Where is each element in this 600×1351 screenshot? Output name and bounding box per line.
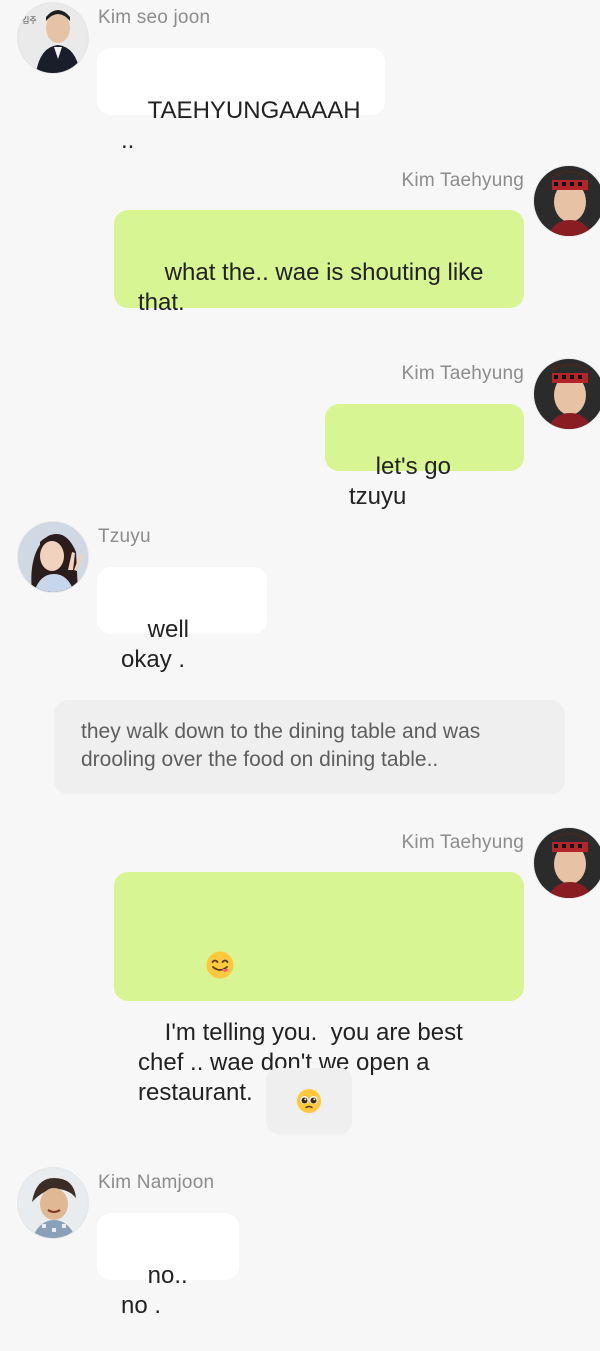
message-bubble[interactable]: no.. no . bbox=[97, 1213, 239, 1319]
sender-name: Kim seo joon bbox=[98, 7, 211, 28]
message-text: TAEHYUNGAAAAH .. bbox=[121, 97, 368, 154]
sender-name: Kim Taehyung bbox=[401, 832, 524, 853]
sender-name: Kim Taehyung bbox=[401, 363, 524, 384]
kim-namjoon-avatar[interactable] bbox=[18, 1168, 88, 1238]
message-text: what the.. wae is shouting like that. bbox=[138, 259, 491, 316]
message-bubble[interactable]: I'm telling you. you are best chef .. wa… bbox=[114, 872, 524, 1106]
kim-taehyung-avatar[interactable] bbox=[534, 828, 600, 898]
pleading-face-icon bbox=[296, 1088, 322, 1114]
sender-name: Tzuyu bbox=[98, 526, 151, 547]
message-text: well okay . bbox=[121, 616, 196, 673]
svg-text:김주: 김주 bbox=[22, 15, 37, 25]
message-text: no.. no . bbox=[121, 1262, 195, 1319]
tzuyu-avatar[interactable] bbox=[18, 522, 88, 592]
sender-name: Kim Namjoon bbox=[98, 1172, 215, 1193]
chat-thread: 김주 Kim seo joon TAEHYUNGAAAAH .. Kim Tae… bbox=[0, 0, 600, 1319]
message-bubble[interactable]: what the.. wae is shouting like that. bbox=[114, 210, 524, 316]
message-text: let's go tzuyu bbox=[349, 453, 458, 510]
kim-taehyung-avatar[interactable] bbox=[534, 359, 600, 429]
kim-taehyung-avatar[interactable] bbox=[534, 166, 600, 236]
message-bubble[interactable]: TAEHYUNGAAAAH .. bbox=[97, 48, 385, 154]
narration-text: they walk down to the dining table and w… bbox=[81, 720, 481, 771]
emoji-message[interactable] bbox=[266, 1068, 352, 1134]
sender-name: Kim Taehyung bbox=[401, 170, 524, 191]
yum-face-icon bbox=[165, 920, 235, 1018]
message-bubble[interactable]: let's go tzuyu bbox=[325, 404, 524, 510]
narration-box: they walk down to the dining table and w… bbox=[54, 700, 565, 794]
message-bubble[interactable]: well okay . bbox=[97, 567, 267, 673]
kim-seo-joon-avatar[interactable]: 김주 bbox=[18, 3, 88, 73]
